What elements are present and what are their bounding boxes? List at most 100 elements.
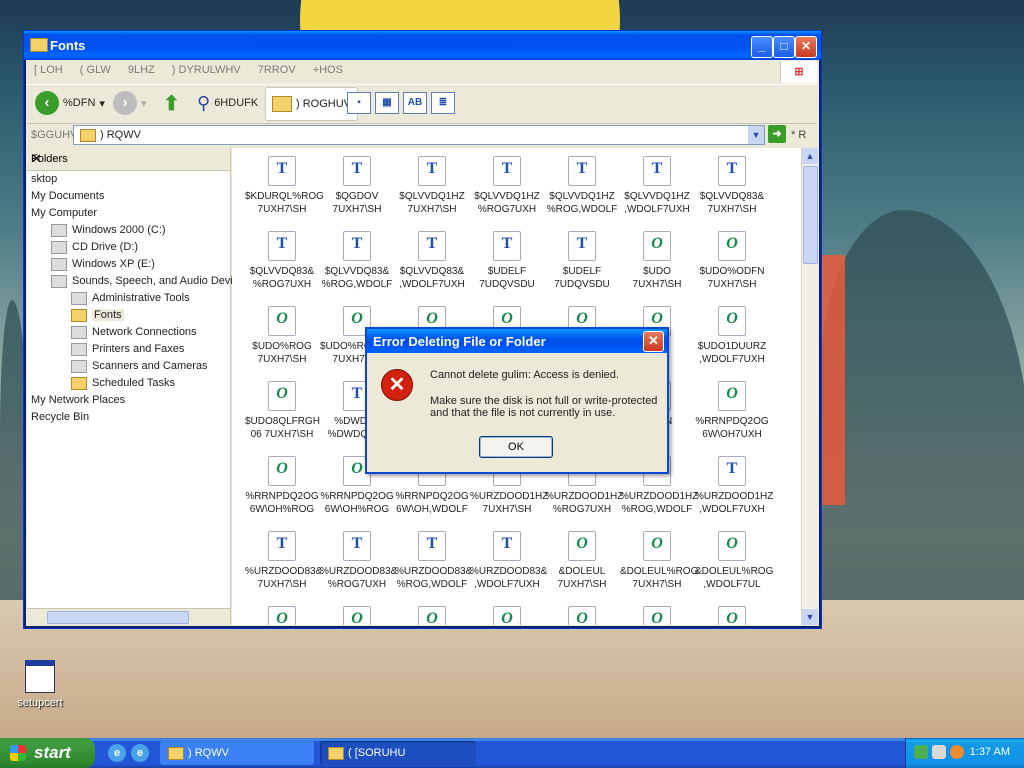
- back-button[interactable]: ‹ %DFN ▾: [35, 89, 105, 117]
- taskbar: start e e ) RQWV ( [SORUHU 1:37 AM: [0, 738, 1024, 768]
- font-file-item[interactable]: T %URZDOOD83& 7UXH7\SH: [245, 531, 322, 591]
- forward-button[interactable]: › ▾: [113, 89, 147, 117]
- details-view-icon[interactable]: AB: [403, 92, 427, 114]
- font-file-item[interactable]: T $QLVVDQ1HZ %ROG7UXH: [470, 156, 544, 216]
- list-view-icon[interactable]: ≣: [431, 92, 455, 114]
- maximize-button[interactable]: □: [773, 36, 795, 58]
- menu-favorites[interactable]: ) DYRULWHV: [165, 60, 248, 80]
- tray-icon[interactable]: [914, 745, 928, 759]
- ok-button[interactable]: OK: [479, 436, 553, 458]
- tree-item[interactable]: My Network Places: [27, 392, 230, 409]
- font-file-item[interactable]: T $QGDOV 7UXH7\SH: [320, 156, 394, 216]
- scroll-down-button[interactable]: ▼: [802, 609, 818, 625]
- font-file-item[interactable]: T $QLVVDQ1HZ ,WDOLF7UXH: [620, 156, 694, 216]
- search-label: 6HDUFK: [214, 97, 259, 109]
- menu-view[interactable]: 9LHZ: [121, 60, 162, 80]
- address-dropdown-button[interactable]: ▼: [748, 126, 764, 144]
- font-file-item[interactable]: T %URZDOOD83& %ROG,WDOLF: [395, 531, 472, 591]
- large-icons-view-icon[interactable]: ▦: [375, 92, 399, 114]
- go-arrow-icon[interactable]: ➜: [768, 125, 786, 143]
- scroll-up-button[interactable]: ▲: [802, 148, 818, 164]
- clock[interactable]: 1:37 AM: [970, 746, 1010, 758]
- tree-item[interactable]: Scanners and Cameras: [27, 358, 230, 375]
- taskbar-item-explorer[interactable]: ( [SORUHU: [320, 741, 476, 765]
- title-bar[interactable]: Fonts _ □ ✕: [24, 31, 821, 60]
- font-file-item[interactable]: T $QLVVDQ1HZ 7UXH7\SH: [395, 156, 469, 216]
- font-file-type: ,WDOLF7UXH: [399, 279, 465, 290]
- network-icon[interactable]: [932, 745, 946, 759]
- tree-item[interactable]: Printers and Faxes: [27, 341, 230, 358]
- font-file-item[interactable]: T %URZDOOD83& %ROG7UXH: [320, 531, 397, 591]
- font-file-item[interactable]: O &DOLEUL 7UXH7\SH: [545, 531, 619, 591]
- address-field[interactable]: ) RQWV ▼: [73, 125, 765, 145]
- font-file-item[interactable]: T $QLVVDQ83& %ROG,WDOLF: [320, 231, 394, 291]
- tree-item[interactable]: CD Drive (D:): [27, 239, 230, 256]
- taskbar-item-fonts[interactable]: ) RQWV: [160, 741, 314, 765]
- font-file-item[interactable]: O &DOLEUL%ROG ,WDOLF7UL: [695, 531, 773, 591]
- font-file-name: $QLVVDQ83&: [399, 266, 465, 277]
- font-file-item[interactable]: T $QLVVDQ83& %ROG7UXH: [245, 231, 319, 291]
- font-file-item[interactable]: O %RRNPDQ2OG 6W\OH7UXH: [695, 381, 769, 441]
- tree-item[interactable]: Fonts: [27, 307, 230, 324]
- scrollbar-thumb[interactable]: [47, 611, 189, 624]
- menu-tools[interactable]: 7RROV: [251, 60, 303, 80]
- tree-item[interactable]: My Computer: [27, 205, 230, 222]
- desktop-icon-setupcert[interactable]: setupcert: [12, 660, 68, 709]
- font-file-item[interactable]: O $UDO%ODFN 7UXH7\SH: [695, 231, 769, 291]
- horizontal-scrollbar[interactable]: [27, 608, 230, 625]
- menu-edit[interactable]: ( GLW: [73, 60, 118, 80]
- tree-item[interactable]: My Documents: [27, 188, 230, 205]
- font-file-item[interactable]: O: [395, 606, 469, 625]
- dialog-title-bar[interactable]: Error Deleting File or Folder ✕: [367, 329, 667, 353]
- search-button[interactable]: ⚲ 6HDUFK: [197, 89, 258, 117]
- minimize-button[interactable]: _: [751, 36, 773, 58]
- vertical-scrollbar[interactable]: ▲ ▼: [801, 148, 818, 625]
- font-file-type: 7UXH7\SH: [557, 579, 607, 590]
- search-icon[interactable]: [950, 745, 964, 759]
- font-file-item[interactable]: O: [320, 606, 394, 625]
- go-button[interactable]: * R: [791, 129, 806, 141]
- font-file-item[interactable]: T $QLVVDQ1HZ %ROG,WDOLF: [545, 156, 619, 216]
- font-file-item[interactable]: O: [245, 606, 319, 625]
- font-file-item[interactable]: O $UDO1DUURZ ,WDOLF7UXH: [695, 306, 769, 366]
- font-file-type: ,WDOLF7UXH: [624, 204, 690, 215]
- font-file-item[interactable]: O &DOLEUL%ROG 7UXH7\SH: [620, 531, 698, 591]
- dialog-close-button[interactable]: ✕: [643, 331, 664, 352]
- folders-button[interactable]: ) ROGHUV: [265, 87, 358, 121]
- thumbnails-view-icon[interactable]: ▪: [347, 92, 371, 114]
- folders-pane-header: Folders ✕: [27, 148, 230, 171]
- up-folder-button[interactable]: ⬆: [163, 89, 180, 117]
- tree-item[interactable]: Windows 2000 (C:): [27, 222, 230, 239]
- tree-item[interactable]: Administrative Tools: [27, 290, 230, 307]
- menu-help[interactable]: +HOS: [306, 60, 350, 80]
- font-file-item[interactable]: T $UDELF 7UDQVSDU: [545, 231, 619, 291]
- tree-item[interactable]: Recycle Bin: [27, 409, 230, 426]
- font-file-item[interactable]: T $QLVVDQ83& 7UXH7\SH: [695, 156, 769, 216]
- font-file-item[interactable]: T %URZDOOD83& ,WDOLF7UXH: [470, 531, 547, 591]
- tree-item[interactable]: Windows XP (E:): [27, 256, 230, 273]
- font-file-item[interactable]: O $UDO8QLFRGH 06 7UXH7\SH: [245, 381, 320, 441]
- font-file-item[interactable]: O $UDO 7UXH7\SH: [620, 231, 694, 291]
- font-file-item[interactable]: O: [470, 606, 544, 625]
- font-file-item[interactable]: O: [695, 606, 769, 625]
- tree-item[interactable]: Network Connections: [27, 324, 230, 341]
- font-file-item[interactable]: O %RRNPDQ2OG 6W\OH%ROG: [245, 456, 319, 516]
- font-file-name: $QLVVDQ1HZ: [399, 191, 465, 202]
- scrollbar-thumb[interactable]: [803, 166, 818, 264]
- start-button[interactable]: start: [0, 738, 95, 768]
- tree-item[interactable]: sktop: [27, 171, 230, 188]
- font-file-item[interactable]: T $UDELF 7UDQVSDU: [470, 231, 544, 291]
- internet-explorer-icon[interactable]: e: [108, 744, 126, 762]
- menu-file[interactable]: [ LOH: [27, 60, 70, 80]
- close-button[interactable]: ✕: [795, 36, 817, 58]
- tree-item[interactable]: Sounds, Speech, and Audio Devices: [27, 273, 250, 290]
- show-desktop-icon[interactable]: e: [131, 744, 149, 762]
- font-file-item[interactable]: T %URZDOOD1HZ ,WDOLF7UXH: [695, 456, 773, 516]
- font-file-item[interactable]: T $QLVVDQ83& ,WDOLF7UXH: [395, 231, 469, 291]
- font-file-item[interactable]: T $KDURQL%ROG 7UXH7\SH: [245, 156, 324, 216]
- font-file-item[interactable]: O: [620, 606, 694, 625]
- tree-item[interactable]: Scheduled Tasks: [27, 375, 230, 392]
- close-icon[interactable]: ✕: [31, 151, 224, 167]
- font-file-item[interactable]: O: [545, 606, 619, 625]
- font-file-item[interactable]: O $UDO%ROG 7UXH7\SH: [245, 306, 319, 366]
